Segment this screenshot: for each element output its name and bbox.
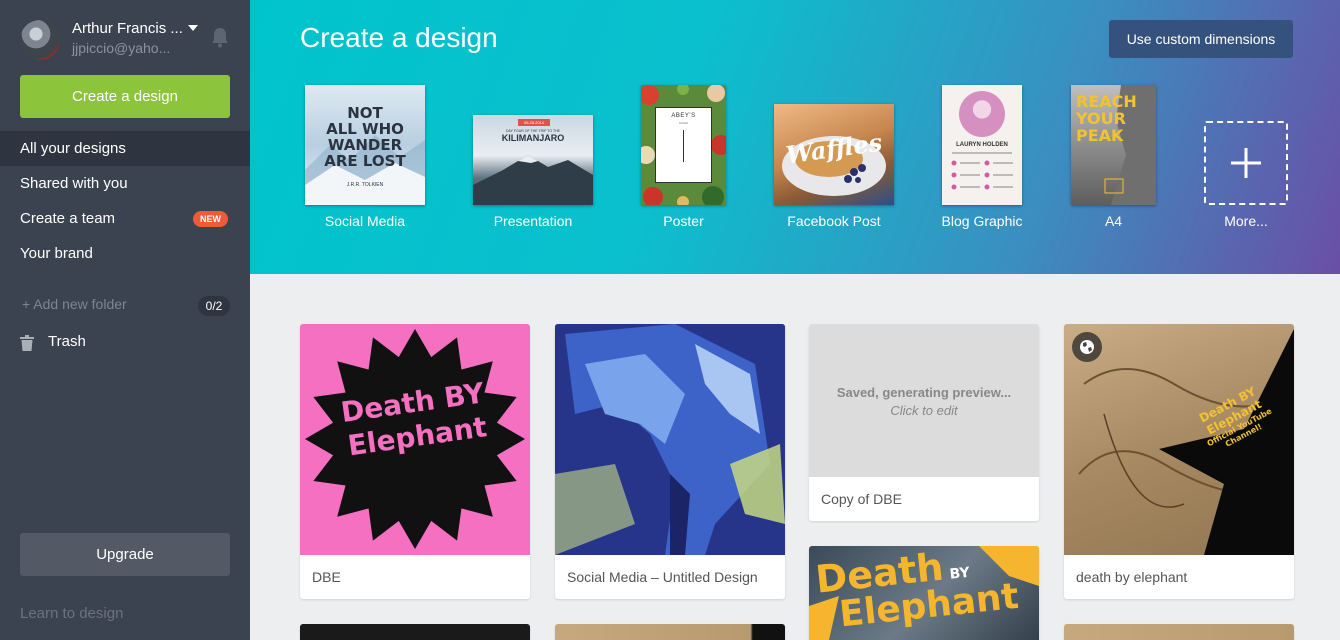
design-title: Copy of DBE (821, 491, 902, 507)
thumb-headline: ABEY'S (671, 113, 696, 119)
template-label: A4 (1104, 213, 1123, 229)
template-thumbnail: REACH YOUR PEAK (1071, 85, 1156, 205)
preview-status: Saved, generating preview... (836, 385, 1012, 400)
template-presentation[interactable]: 05.28.2014 DAY FOUR OF THE TRIP TO THE K… (473, 115, 593, 230)
sidebar-nav: All your designs Shared with you Create … (0, 131, 265, 271)
sidebar-item-shared[interactable]: Shared with you (0, 166, 250, 201)
globe-glyph (1080, 340, 1094, 354)
template-thumbnail: 05.28.2014 DAY FOUR OF THE TRIP TO THE K… (473, 115, 593, 205)
new-badge: NEW (193, 211, 228, 227)
sidebar-item-label: Your brand (20, 245, 93, 262)
design-card[interactable] (300, 624, 530, 640)
template-thumbnail: NOT ALL WHO WANDER ARE LOST J.R.R. TOLKI… (305, 85, 425, 205)
template-label: Presentation (493, 213, 573, 229)
design-card[interactable] (1064, 624, 1294, 640)
design-card[interactable]: Death BY Elephant DBE (300, 324, 530, 599)
template-thumbnail: Waffles (774, 104, 894, 205)
design-thumbnail (555, 324, 785, 555)
design-thumbnail: Death BY Elephant (809, 546, 1039, 640)
user-account-menu[interactable]: Arthur Francis ... jjpiccio@yaho... (20, 18, 235, 62)
design-card[interactable] (555, 624, 785, 640)
upgrade-button[interactable]: Upgrade (20, 533, 230, 576)
design-card[interactable]: Social Media – Untitled Design (555, 324, 785, 599)
click-to-edit-hint[interactable]: Click to edit (809, 403, 1039, 418)
template-social-media[interactable]: NOT ALL WHO WANDER ARE LOST J.R.R. TOLKI… (305, 85, 425, 230)
learn-to-design-link[interactable]: Learn to design (20, 605, 123, 622)
thumb-label-panel: ABEY'S SUSHI (655, 107, 712, 183)
page-title: Create a design (300, 22, 498, 53)
more-templates-box[interactable] (1204, 121, 1288, 205)
thumb-text-lines (951, 152, 1013, 190)
template-label: Blog Graphic (941, 213, 1023, 229)
design-thumbnail: Death BY Elephant Official YouTube Chann… (1064, 324, 1294, 555)
design-card[interactable]: Death BY Elephant (809, 546, 1039, 640)
template-facebook-post[interactable]: Waffles Facebook Post (774, 104, 894, 230)
template-label: Social Media (324, 213, 406, 229)
thumb-date-badge: 05.28.2014 (518, 119, 550, 126)
template-more[interactable]: More... (1204, 121, 1288, 230)
create-design-button[interactable]: Create a design (20, 75, 230, 118)
trash-label: Trash (48, 333, 86, 350)
sidebar-item-label: Shared with you (20, 175, 128, 192)
sidebar: Arthur Francis ... jjpiccio@yaho... Crea… (0, 0, 265, 640)
design-thumbnail (1064, 624, 1294, 640)
thumb-divider (683, 130, 684, 162)
template-label: Poster (663, 213, 704, 229)
thumb-caption: J.R.R. TOLKIEN (346, 182, 384, 188)
globe-icon[interactable] (1072, 332, 1102, 362)
template-label: More... (1224, 213, 1268, 229)
design-title: Social Media – Untitled Design (567, 569, 758, 585)
template-label: Facebook Post (787, 213, 881, 229)
sidebar-item-label: Create a team (20, 210, 116, 227)
sidebar-item-brand[interactable]: Your brand (0, 236, 250, 271)
sidebar-item-all-designs[interactable]: All your designs (0, 131, 265, 166)
design-card[interactable]: Saved, generating preview... Click to ed… (809, 324, 1039, 521)
design-title: DBE (312, 569, 341, 585)
template-poster[interactable]: ABEY'S SUSHI Poster (641, 85, 726, 230)
caret-down-icon[interactable] (188, 25, 198, 31)
bell-icon[interactable] (209, 26, 231, 48)
design-title: death by elephant (1076, 569, 1188, 585)
folder-count-badge: 0/2 (198, 296, 230, 316)
template-a4[interactable]: REACH YOUR PEAK A4 (1071, 85, 1156, 230)
plus-icon (1231, 148, 1261, 178)
thumb-headline: NOT ALL WHO WANDER ARE LOST (324, 104, 406, 170)
sidebar-item-label: All your designs (20, 140, 126, 157)
trash-icon (20, 335, 34, 351)
design-card[interactable]: Death BY Elephant Official YouTube Chann… (1064, 324, 1294, 599)
design-thumbnail-placeholder: Saved, generating preview... Click to ed… (809, 324, 1039, 477)
design-thumbnail (300, 624, 530, 640)
add-folder-link[interactable]: + Add new folder (22, 296, 127, 312)
create-design-header: Create a design Use custom dimensions NO… (250, 0, 1340, 274)
sidebar-item-create-team[interactable]: Create a team NEW (0, 201, 250, 236)
elephant-illustration (555, 324, 785, 555)
design-thumbnail: Death BY Elephant (300, 324, 530, 555)
thumb-headline: REACH YOUR PEAK (1076, 92, 1137, 145)
thumb-headline: KILIMANJARO (501, 133, 565, 143)
template-blog-graphic[interactable]: LAURYN HOLDEN Blog Graphic (942, 85, 1022, 230)
template-thumbnail: LAURYN HOLDEN (942, 85, 1022, 205)
thumb-small-text: SUSHI (678, 121, 689, 125)
user-name[interactable]: Arthur Francis ... (72, 20, 183, 37)
design-thumbnail (555, 624, 785, 640)
user-email: jjpiccio@yaho... (72, 40, 171, 56)
template-thumbnail: ABEY'S SUSHI (641, 85, 726, 205)
avatar[interactable] (20, 20, 60, 60)
custom-dimensions-button[interactable]: Use custom dimensions (1109, 20, 1293, 58)
